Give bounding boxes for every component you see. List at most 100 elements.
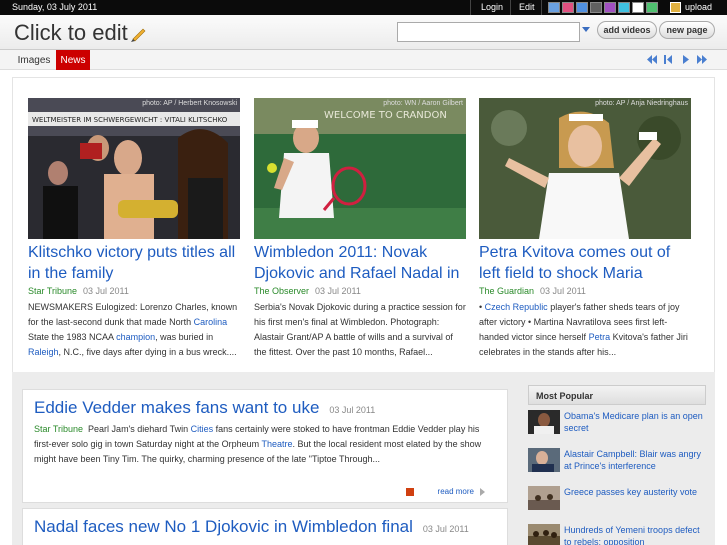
read-more-row: read more — [405, 487, 485, 496]
excerpt-link[interactable]: Carolina — [194, 317, 228, 327]
login-link[interactable]: Login — [481, 2, 503, 12]
popular-thumbnail[interactable] — [528, 486, 560, 510]
excerpt-link[interactable]: Petra — [589, 332, 611, 342]
feature-source[interactable]: The Guardian — [479, 286, 534, 296]
prev-page-icon[interactable] — [662, 54, 674, 65]
photo-credit: photo: AP / Anja Niedringhaus — [595, 100, 688, 107]
theme-swatch-6[interactable] — [618, 2, 630, 13]
popular-thumbnail[interactable] — [528, 524, 560, 545]
theme-swatches — [548, 2, 658, 13]
header: Click to edit add videos new page — [0, 15, 727, 50]
theme-swatch-7[interactable] — [632, 2, 644, 13]
add-videos-button[interactable]: add videos — [597, 21, 657, 39]
feature-excerpt: Serbia's Novak Djokovic during a practic… — [254, 302, 466, 357]
last-page-icon[interactable] — [696, 54, 708, 65]
article-text: Pearl Jam's diehard Twin — [88, 424, 191, 434]
most-popular-heading: Most Popular — [528, 385, 706, 405]
pencil-icon[interactable] — [130, 26, 146, 42]
article-link[interactable]: Cities — [191, 424, 214, 434]
feature-date: 03 Jul 2011 — [540, 286, 586, 296]
upload-icon[interactable] — [670, 2, 681, 13]
feature-story: WELCOME TO CRANDON photo: WN / Aaron Gil… — [254, 98, 466, 360]
top-bar: Sunday, 03 July 2011 Login Edit upload — [0, 0, 727, 15]
popular-thumbnail[interactable] — [528, 448, 560, 472]
svg-text:WELCOME TO CRANDON: WELCOME TO CRANDON — [324, 110, 447, 121]
feature-excerpt: • Czech Republic player's father sheds t… — [479, 300, 691, 360]
tab-images[interactable]: Images — [14, 50, 54, 70]
feature-story: photo: AP / Anja Niedringhaus Petra Kvit… — [479, 98, 691, 360]
feature-meta: The Observer 03 Jul 2011 — [254, 286, 466, 298]
article-body: Star Tribune Pearl Jam's diehard Twin Ci… — [34, 422, 496, 467]
article-card: Eddie Vedder makes fans want to uke 03 J… — [22, 389, 508, 503]
popular-item-title[interactable]: Greece passes key austerity vote — [564, 486, 706, 498]
feature-title[interactable]: Petra Kvitova comes out of left field to… — [479, 242, 691, 284]
feature-meta: Star Tribune 03 Jul 2011 — [28, 286, 240, 298]
separator — [470, 0, 471, 15]
excerpt-link[interactable]: Czech Republic — [485, 302, 548, 312]
feature-meta: The Guardian 03 Jul 2011 — [479, 286, 691, 298]
excerpt-text: State the 1983 NCAA — [28, 332, 117, 342]
most-popular-panel: Most Popular Obama's Medicare plan is an… — [528, 385, 706, 545]
theme-swatch-3[interactable] — [576, 2, 588, 13]
rss-icon[interactable] — [405, 487, 414, 496]
article-date: 03 Jul 2011 — [422, 524, 469, 534]
upload-link[interactable]: upload — [685, 2, 712, 12]
search-dropdown-icon[interactable] — [582, 27, 590, 32]
article-date: 03 Jul 2011 — [329, 405, 376, 415]
theme-swatch-5[interactable] — [604, 2, 616, 13]
article-card: Nadal faces new No 1 Djokovic in Wimbled… — [22, 508, 508, 545]
new-page-button[interactable]: new page — [659, 21, 715, 39]
feature-title[interactable]: Klitschko victory puts titles all in the… — [28, 242, 240, 284]
search-input[interactable] — [397, 22, 580, 42]
popular-item[interactable]: Hundreds of Yemeni troops defect to rebe… — [528, 521, 706, 545]
svg-text:WELTMEISTER IM SCHWERGEWICHT :: WELTMEISTER IM SCHWERGEWICHT : VITALI KL… — [32, 116, 228, 124]
feature-date: 03 Jul 2011 — [83, 286, 129, 296]
theme-swatch-1[interactable] — [548, 2, 560, 13]
theme-swatch-8[interactable] — [646, 2, 658, 13]
first-page-icon[interactable] — [646, 54, 658, 65]
popular-item-title[interactable]: Obama's Medicare plan is an open secret — [564, 410, 706, 434]
feature-source[interactable]: The Observer — [254, 286, 309, 296]
excerpt-text: , was buried in — [155, 332, 214, 342]
popular-thumbnail[interactable] — [528, 410, 560, 434]
excerpt-text: , N.C., five days after dying in a bus w… — [58, 347, 237, 357]
feature-date: 03 Jul 2011 — [315, 286, 361, 296]
theme-swatch-4[interactable] — [590, 2, 602, 13]
feature-title[interactable]: Wimbledon 2011: Novak Djokovic and Rafae… — [254, 242, 466, 284]
excerpt-link[interactable]: Raleigh — [28, 347, 59, 357]
article-link[interactable]: Theatre — [261, 439, 292, 449]
separator — [541, 0, 542, 15]
photo-credit: photo: WN / Aaron Gilbert — [383, 100, 463, 107]
current-date: Sunday, 03 July 2011 — [12, 2, 98, 12]
edit-link[interactable]: Edit — [519, 2, 535, 12]
separator — [510, 0, 511, 15]
tennis-photo: WELCOME TO CRANDON — [254, 98, 466, 239]
feature-source[interactable]: Star Tribune — [28, 286, 77, 296]
article-header: Nadal faces new No 1 Djokovic in Wimbled… — [34, 517, 496, 537]
site-title[interactable]: Click to edit — [14, 20, 128, 46]
next-page-icon[interactable] — [680, 54, 692, 65]
kvitova-photo — [479, 98, 691, 239]
feature-photo[interactable]: photo: AP / Anja Niedringhaus — [479, 98, 691, 239]
excerpt-link[interactable]: champion — [116, 332, 155, 342]
read-more-link[interactable]: read more — [438, 487, 474, 496]
feature-photo[interactable]: WELCOME TO CRANDON photo: WN / Aaron Gil… — [254, 98, 466, 239]
popular-item[interactable]: Alastair Campbell: Blair was angry at Pr… — [528, 445, 706, 481]
photo-credit: photo: AP / Herbert Knosowski — [142, 100, 237, 107]
popular-item[interactable]: Greece passes key austerity vote — [528, 483, 706, 519]
article-title[interactable]: Eddie Vedder makes fans want to uke — [34, 398, 319, 418]
feature-photo[interactable]: WELTMEISTER IM SCHWERGEWICHT : VITALI KL… — [28, 98, 240, 239]
popular-item[interactable]: Obama's Medicare plan is an open secret — [528, 407, 706, 443]
article-header: Eddie Vedder makes fans want to uke 03 J… — [34, 398, 496, 418]
nav-bar: Images News — [0, 50, 727, 70]
tab-news[interactable]: News — [56, 50, 90, 70]
arrow-right-icon — [480, 487, 485, 496]
article-source[interactable]: Star Tribune — [34, 424, 83, 434]
popular-item-title[interactable]: Alastair Campbell: Blair was angry at Pr… — [564, 448, 706, 472]
feature-story: WELTMEISTER IM SCHWERGEWICHT : VITALI KL… — [28, 98, 240, 360]
feature-excerpt: NEWSMAKERS Eulogized: Lorenzo Charles, k… — [28, 300, 240, 360]
popular-item-title[interactable]: Hundreds of Yemeni troops defect to rebe… — [564, 524, 706, 545]
theme-swatch-2[interactable] — [562, 2, 574, 13]
article-title[interactable]: Nadal faces new No 1 Djokovic in Wimbled… — [34, 517, 413, 537]
boxing-photo: WELTMEISTER IM SCHWERGEWICHT : VITALI KL… — [28, 98, 240, 239]
